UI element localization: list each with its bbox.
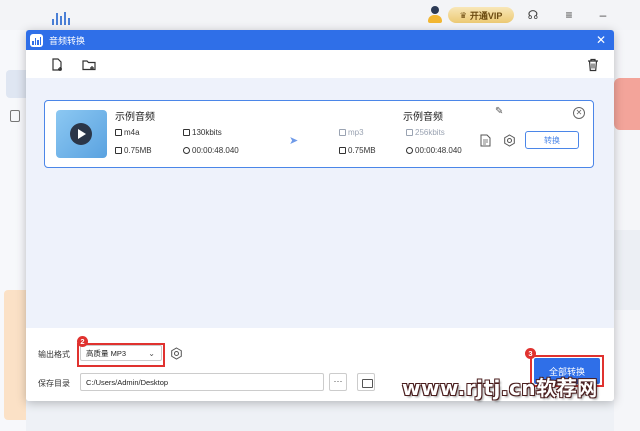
source-size: 0.75MB [115,146,152,155]
format-settings-icon[interactable] [170,347,183,360]
target-format: mp3 [339,128,364,137]
dialog-toolbar [26,50,614,78]
bitrate-icon [406,129,413,136]
add-file-icon[interactable] [50,58,64,72]
promo-banner[interactable] [4,290,26,420]
format-icon [115,129,122,136]
step-badge-3: 3 [525,348,536,359]
source-file-name: 示例音频 [115,112,155,123]
save-path-input[interactable] [80,373,324,391]
convert-arrow-icon: ➤ [289,135,299,147]
folder-small-icon [339,147,346,154]
edit-icon[interactable]: ✎ [495,106,503,117]
file-card[interactable]: 示例音频 m4a 130kbits 0.75MB 00:00:48.040 ➤ … [44,100,594,168]
right-card-secondary [614,230,640,310]
clock-icon [406,147,413,154]
save-directory-label: 保存目录 [38,379,70,388]
bitrate-icon [183,129,190,136]
audio-thumbnail[interactable] [56,110,107,158]
step-badge-2: 2 [77,336,88,347]
source-format: m4a [115,128,140,137]
menu-icon[interactable]: ≡ [562,8,576,22]
dialog-title-bar: 音频转换 ✕ [26,30,614,50]
user-avatar[interactable] [428,6,442,24]
trash-icon[interactable] [586,58,600,72]
settings-gear-icon[interactable] [503,134,516,147]
background-sidebar [0,30,26,431]
document-icon[interactable] [10,110,20,122]
target-duration: 00:00:48.040 [406,146,462,155]
crown-icon: ♛ [459,10,467,20]
site-watermark: www.rjtj.cn软荐网 [402,376,598,400]
background-right-panel [614,30,640,431]
source-duration: 00:00:48.040 [183,146,239,155]
file-info-icon[interactable] [480,134,491,147]
close-icon[interactable]: ✕ [594,33,608,47]
headset-icon[interactable]: ☊ [526,8,540,22]
audio-app-icon [30,33,43,47]
target-bitrate: 256kbits [406,128,445,137]
output-format-label: 输出格式 [38,350,70,359]
folder-small-icon [115,147,122,154]
source-bitrate: 130kbits [183,128,222,137]
add-folder-icon[interactable] [82,58,96,72]
format-icon [339,129,346,136]
target-size: 0.75MB [339,146,376,155]
target-file-name: 示例音频 [403,112,443,123]
minimize-icon[interactable]: – [596,8,610,22]
sidebar-item-active[interactable] [6,70,26,98]
vip-button[interactable]: ♛ 开通VIP [448,7,514,23]
dialog-title: 音频转换 [49,35,86,46]
background-header: ♛ 开通VIP ☊ ≡ – [0,0,640,30]
app-logo-icon [52,11,70,25]
convert-button[interactable]: 转换 [525,131,579,149]
highlight-box-format [77,343,165,367]
remove-file-icon[interactable]: ✕ [573,107,585,119]
more-options-button[interactable]: ··· [329,373,347,391]
right-card[interactable] [614,78,640,130]
vip-label: 开通VIP [469,10,503,21]
open-folder-icon[interactable] [357,373,375,391]
clock-icon [183,147,190,154]
play-icon[interactable] [70,123,92,145]
